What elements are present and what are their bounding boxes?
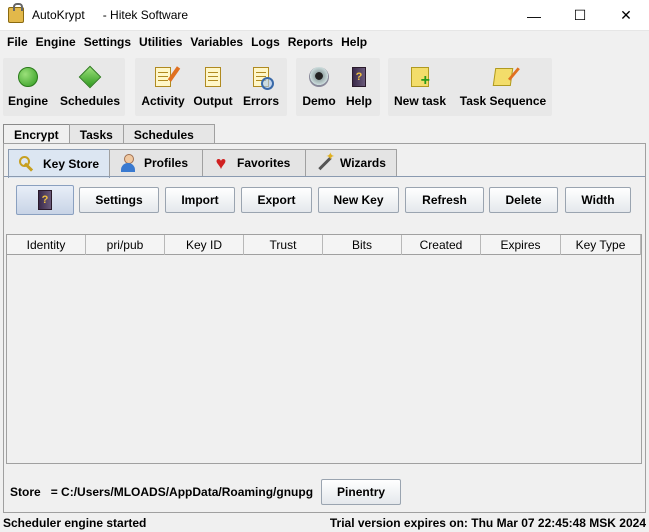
menu-engine[interactable]: Engine — [32, 35, 80, 49]
tab-key-store[interactable]: Key Store — [8, 149, 110, 178]
width-button[interactable]: Width — [565, 187, 631, 213]
column-bits[interactable]: Bits — [323, 235, 402, 255]
key-icon — [18, 155, 36, 173]
toolbar-group-help: Demo ? Help — [296, 58, 380, 116]
status-bar: Scheduler engine started Trial version e… — [0, 514, 649, 532]
app-lock-icon — [8, 3, 24, 23]
column-identity[interactable]: Identity — [7, 235, 86, 255]
toolbar-group-engine: Engine Schedules — [3, 58, 125, 116]
schedules-icon — [78, 65, 102, 89]
column-created[interactable]: Created — [402, 235, 481, 255]
column-pri-pub[interactable]: pri/pub — [86, 235, 165, 255]
menu-logs[interactable]: Logs — [247, 35, 284, 49]
tab-favorites[interactable]: ♥ Favorites — [202, 149, 306, 176]
menu-utilities[interactable]: Utilities — [135, 35, 186, 49]
engine-status-icon — [18, 67, 38, 87]
new-task-label: New task — [393, 94, 447, 108]
import-button[interactable]: Import — [165, 187, 235, 213]
tab-profiles-label: Profiles — [144, 156, 189, 170]
column-key-id[interactable]: Key ID — [165, 235, 244, 255]
title-bar: AutoKrypt - Hitek Software — ☐ ✕ — [0, 0, 649, 31]
activity-button[interactable]: Activity — [138, 58, 188, 116]
close-button[interactable]: ✕ — [603, 0, 649, 31]
toolbar: Engine Schedules Activity Output Errors … — [0, 55, 649, 117]
task-sequence-label: Task Sequence — [459, 94, 547, 108]
status-right: Trial version expires on: Thu Mar 07 22:… — [329, 516, 646, 530]
demo-button[interactable]: Demo — [299, 58, 339, 116]
outer-tab-strip: Encrypt Tasks Schedules — [3, 124, 215, 145]
errors-magnifier-icon — [253, 67, 274, 90]
delete-button[interactable]: Delete — [489, 187, 558, 213]
demo-webcam-icon — [309, 67, 329, 87]
key-store-panel: ? Settings Import Export New Key Refresh… — [4, 176, 645, 512]
person-icon — [120, 154, 136, 172]
export-button[interactable]: Export — [241, 187, 312, 213]
tab-wizards[interactable]: Wizards — [305, 149, 397, 176]
column-trust[interactable]: Trust — [244, 235, 323, 255]
output-icon — [205, 67, 221, 87]
status-left: Scheduler engine started — [3, 516, 147, 530]
key-table[interactable]: Identity pri/pub Key ID Trust Bits Creat… — [6, 234, 642, 464]
menu-file[interactable]: File — [3, 35, 32, 49]
inner-tab-strip: Key Store Profiles ♥ Favorites Wizards — [8, 149, 397, 178]
maximize-button[interactable]: ☐ — [557, 0, 603, 31]
key-table-header: Identity pri/pub Key ID Trust Bits Creat… — [7, 235, 641, 255]
output-label: Output — [193, 94, 233, 108]
minimize-button[interactable]: — — [511, 0, 557, 31]
column-key-type[interactable]: Key Type — [561, 235, 641, 255]
demo-label: Demo — [302, 94, 336, 108]
help-book-icon: ? — [38, 190, 52, 210]
task-sequence-button[interactable]: Task Sequence — [458, 58, 548, 116]
window-title: - Hitek Software — [102, 8, 189, 22]
toolbar-group-tasks: New task Task Sequence — [388, 58, 552, 116]
help-label: Help — [345, 94, 372, 108]
schedules-label: Schedules — [59, 94, 121, 108]
tab-encrypt[interactable]: Encrypt — [3, 124, 70, 145]
output-button[interactable]: Output — [192, 58, 234, 116]
schedules-button[interactable]: Schedules — [58, 58, 122, 116]
new-task-button[interactable]: New task — [392, 58, 448, 116]
tab-favorites-label: Favorites — [237, 156, 291, 170]
menu-bar: File Engine Settings Utilities Variables… — [0, 31, 649, 53]
settings-button[interactable]: Settings — [79, 187, 159, 213]
new-task-icon — [411, 67, 430, 90]
menu-settings[interactable]: Settings — [80, 35, 135, 49]
window-controls: — ☐ ✕ — [511, 0, 649, 31]
tab-profiles[interactable]: Profiles — [109, 149, 203, 176]
menu-help[interactable]: Help — [337, 35, 371, 49]
store-row: Store = C:/Users/MLOADS/AppData/Roaming/… — [10, 479, 402, 505]
encrypt-panel: Key Store Profiles ♥ Favorites Wizards ?… — [3, 143, 646, 513]
tab-key-store-label: Key Store — [43, 157, 100, 171]
pinentry-button[interactable]: Pinentry — [321, 479, 402, 505]
store-path: = C:/Users/MLOADS/AppData/Roaming/gnupg — [50, 485, 314, 499]
help-button[interactable]: ? Help — [342, 58, 376, 116]
new-key-button[interactable]: New Key — [318, 187, 399, 213]
engine-button[interactable]: Engine — [6, 58, 50, 116]
key-store-help-button[interactable]: ? — [16, 185, 74, 215]
errors-label: Errors — [242, 94, 280, 108]
tab-wizards-label: Wizards — [340, 156, 386, 170]
menu-variables[interactable]: Variables — [186, 35, 247, 49]
menu-reports[interactable]: Reports — [284, 35, 337, 49]
magic-wand-icon — [315, 150, 335, 172]
store-label: Store — [10, 485, 41, 499]
help-book-icon: ? — [352, 67, 366, 87]
errors-button[interactable]: Errors — [241, 58, 281, 116]
column-expires[interactable]: Expires — [481, 235, 561, 255]
refresh-button[interactable]: Refresh — [405, 187, 484, 213]
toolbar-group-logs: Activity Output Errors — [135, 58, 287, 116]
window-app-name: AutoKrypt — [32, 8, 85, 22]
engine-label: Engine — [7, 94, 48, 108]
activity-icon — [155, 67, 171, 87]
tab-tasks[interactable]: Tasks — [68, 124, 124, 144]
heart-icon: ♥ — [215, 153, 227, 173]
tab-schedules[interactable]: Schedules — [122, 124, 215, 144]
activity-label: Activity — [141, 94, 185, 108]
task-sequence-icon — [492, 68, 514, 86]
